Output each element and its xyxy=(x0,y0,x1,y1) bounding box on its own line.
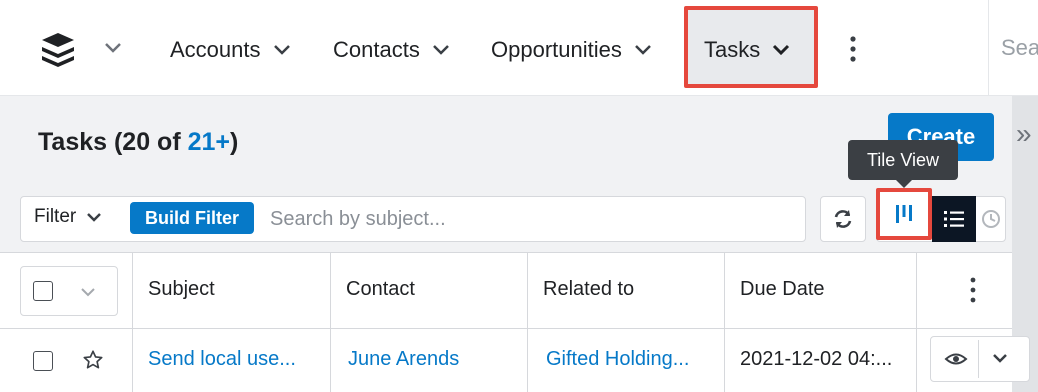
search-input[interactable] xyxy=(270,200,790,238)
logo-chevron-down-icon[interactable] xyxy=(104,42,122,54)
tile-view-icon xyxy=(896,205,912,223)
chevron-down-icon[interactable] xyxy=(992,353,1008,364)
star-icon[interactable] xyxy=(82,349,104,371)
eye-icon[interactable] xyxy=(944,349,968,369)
nav-item-contacts[interactable]: Contacts xyxy=(333,30,450,70)
table-header-border xyxy=(0,328,1012,329)
nav-item-label: Opportunities xyxy=(491,37,622,62)
row-contact-link[interactable]: June Arends xyxy=(348,348,459,371)
col-divider xyxy=(916,252,917,392)
chevron-down-icon xyxy=(773,44,790,56)
refresh-icon xyxy=(834,210,852,228)
nav-item-accounts[interactable]: Accounts xyxy=(170,30,291,70)
list-view-icon xyxy=(944,211,964,227)
page-title: Tasks (20 of 21+) xyxy=(38,128,238,157)
timeline-view-button[interactable] xyxy=(976,196,1006,242)
column-options-kebab-icon[interactable] xyxy=(968,276,978,304)
column-header-contact[interactable]: Contact xyxy=(346,278,415,301)
clock-icon xyxy=(982,210,1000,228)
nav-item-label: Contacts xyxy=(333,37,420,62)
col-divider xyxy=(527,252,528,392)
global-search-input[interactable]: Search xyxy=(988,0,1038,96)
tasks-table xyxy=(0,252,1012,392)
nav-item-label: Accounts xyxy=(170,37,261,62)
kebab-icon[interactable] xyxy=(845,34,861,64)
nav-item-opportunities[interactable]: Opportunities xyxy=(491,30,652,70)
chevron-down-icon xyxy=(87,212,102,222)
tile-view-tooltip: Tile View xyxy=(848,140,958,180)
column-header-related-to[interactable]: Related to xyxy=(543,278,634,301)
filter-label: Filter xyxy=(34,206,77,227)
tile-view-button[interactable] xyxy=(876,188,932,240)
row-subject-link[interactable]: Send local use... xyxy=(148,348,296,371)
tooltip-arrow xyxy=(896,180,912,188)
column-header-due-date[interactable]: Due Date xyxy=(740,278,825,301)
list-view-button[interactable] xyxy=(932,196,976,242)
select-all-checkbox[interactable] xyxy=(33,281,53,301)
row-checkbox[interactable] xyxy=(33,351,53,371)
expand-sidebar-icon[interactable]: » xyxy=(1016,118,1032,150)
col-divider xyxy=(330,252,331,392)
col-divider xyxy=(724,252,725,392)
row-related-to-link[interactable]: Gifted Holding... xyxy=(546,348,689,371)
nav-item-tasks-label-wrap[interactable]: Tasks xyxy=(704,30,790,70)
page-title-count[interactable]: 21+ xyxy=(188,128,230,156)
chevron-down-icon xyxy=(273,45,290,55)
build-filter-button[interactable]: Build Filter xyxy=(130,202,254,234)
chevron-down-icon xyxy=(634,45,651,55)
row-actions-divider xyxy=(978,340,979,378)
tooltip-text: Tile View xyxy=(866,149,940,170)
filter-dropdown[interactable]: Filter xyxy=(34,206,102,228)
page-title-prefix: Tasks (20 of xyxy=(38,128,188,156)
col-divider xyxy=(132,252,133,392)
chevron-down-icon xyxy=(432,45,449,55)
row-due-date: 2021-12-02 04:... xyxy=(740,348,893,370)
refresh-button[interactable] xyxy=(820,196,866,242)
nav-item-label: Tasks xyxy=(704,37,761,62)
sugar-cube-stack-icon[interactable] xyxy=(40,30,86,70)
build-filter-label: Build Filter xyxy=(145,207,239,228)
page-title-suffix: ) xyxy=(230,128,239,156)
global-search-placeholder: Search xyxy=(1001,35,1038,60)
table-top-border xyxy=(0,252,1012,253)
column-header-subject[interactable]: Subject xyxy=(148,278,215,301)
chevron-down-icon[interactable] xyxy=(80,287,96,297)
